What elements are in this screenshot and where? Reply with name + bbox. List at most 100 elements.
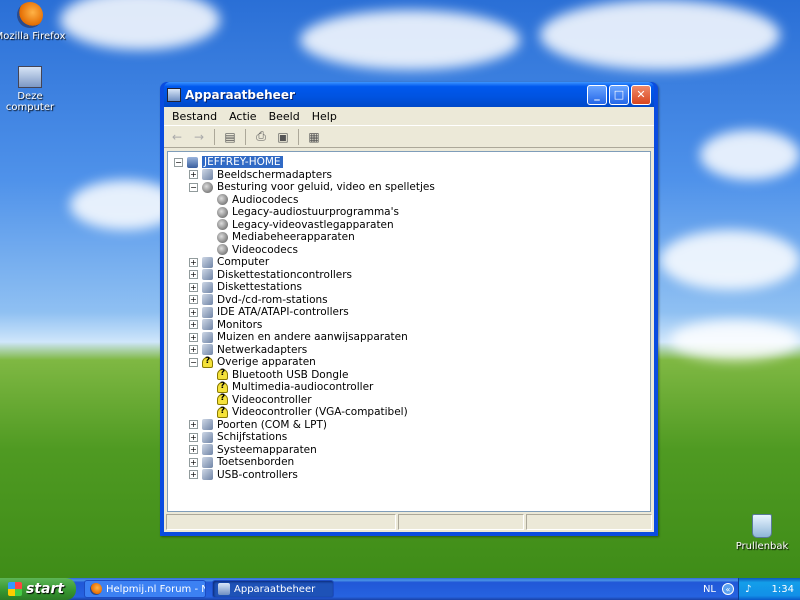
tree-item[interactable]: + Poorten (COM & LPT) [174,419,650,432]
warning-device-icon [217,393,228,406]
warning-device-icon [217,381,228,393]
collapse-icon[interactable]: − [189,357,198,367]
desktop-icon-firefox[interactable]: Mozilla Firefox [0,2,68,42]
expand-icon[interactable]: + [189,457,198,467]
collapse-icon[interactable]: − [189,182,198,192]
tree-item[interactable]: Legacy-videovastlegapparaten [174,219,650,232]
collapse-icon[interactable]: − [174,157,183,167]
language-indicator[interactable]: NL [703,584,716,595]
desktop-icon-recycle-bin[interactable]: Prullenbak [724,514,800,552]
menu-help[interactable]: Help [306,110,343,123]
back-icon: ← [171,129,183,144]
expand-icon[interactable]: + [189,295,198,305]
tree-item[interactable]: + Toetsenborden [174,456,650,469]
expand-icon[interactable]: + [189,320,198,330]
toolbar-separator [298,128,299,145]
taskbar-button-device-manager[interactable]: Apparaatbeheer [212,580,334,598]
maximize-icon: □ [613,88,625,101]
firefox-icon [17,2,43,28]
taskbar: start Helpmij.nl Forum - Nie... Apparaat… [0,578,800,600]
tree-item[interactable]: + Muizen en andere aanwijsapparaten [174,331,650,344]
display-adapter-icon [202,169,213,181]
maximize-button[interactable]: □ [609,84,629,105]
tree-item-label: Mediabeheerapparaten [232,231,355,244]
tree-item[interactable]: + Beeldschermadapters [174,169,650,182]
expand-icon[interactable]: + [189,445,198,455]
tree-item[interactable]: Legacy-audiostuurprogramma's [174,206,650,219]
tree-item[interactable]: Videocontroller (VGA-compatibel) [174,406,650,419]
minimize-button[interactable]: _ [587,84,607,105]
expand-icon[interactable]: + [189,470,198,480]
tree-item[interactable]: Videocodecs [174,244,650,257]
window-client: Bestand Actie Beeld Help ← → ▤ ⎙ ▣ ▦ − J… [164,107,654,532]
toolbar-separator [214,128,215,145]
menu-bestand[interactable]: Bestand [166,110,223,123]
print-button[interactable]: ⎙ [252,128,270,146]
expand-icon[interactable]: + [189,282,198,292]
tree-item-label: Diskettestationcontrollers [217,268,353,281]
menu-beeld[interactable]: Beeld [263,110,306,123]
desktop-icon-my-computer[interactable]: Deze computer [0,66,68,113]
unknown-device-icon [202,356,213,368]
close-button[interactable]: ✕ [631,84,651,105]
tree-item[interactable]: − Besturing voor geluid, video en spellet… [174,181,650,194]
tree-item[interactable]: + Netwerkadapters [174,344,650,357]
forward-icon: → [193,129,205,144]
computer-icon [187,156,198,168]
tree-item[interactable]: Mediabeheerapparaten [174,231,650,244]
tree-item[interactable]: − Overige apparaten [174,356,650,369]
tree-item[interactable]: + USB-controllers [174,469,650,482]
sound-icon [217,206,228,218]
clock[interactable]: 1:34 [772,584,794,595]
tree-item-label: Audiocodecs [232,193,299,206]
usb-icon [202,469,213,481]
tree-item-label: Schijfstations [217,431,288,444]
tree-item-label: Besturing voor geluid, video en spelletj… [217,181,435,194]
show-hidden-icons-icon[interactable]: « [722,583,734,595]
properties-button[interactable]: ▣ [274,128,292,146]
tree-item[interactable]: + Computer [174,256,650,269]
expand-icon[interactable]: + [189,270,198,280]
toolbar-separator [245,128,246,145]
sound-icon [217,194,228,206]
expand-icon[interactable]: + [189,257,198,267]
tree-item[interactable]: Audiocodecs [174,194,650,207]
tree-item[interactable]: + Diskettestationcontrollers [174,269,650,282]
tree-item[interactable]: + Monitors [174,319,650,332]
status-pane [525,514,652,530]
menu-actie[interactable]: Actie [223,110,263,123]
keyboard-icon [202,456,213,468]
expand-icon[interactable]: + [189,332,198,342]
expand-icon[interactable]: + [189,420,198,430]
tree-item[interactable]: Multimedia-audiocontroller [174,381,650,394]
back-button[interactable]: ← [168,128,186,146]
disk-icon [202,431,213,443]
tree-item[interactable]: + IDE ATA/ATAPI-controllers [174,306,650,319]
tree-root[interactable]: − JEFFREY-HOME [174,156,650,169]
start-button[interactable]: start [0,578,76,600]
help-button[interactable]: ▦ [305,128,323,146]
tree-item[interactable]: + Dvd-/cd-rom-stations [174,294,650,307]
taskbar-button-firefox[interactable]: Helpmij.nl Forum - Nie... [84,580,206,598]
tree-item[interactable]: + Systeemapparaten [174,444,650,457]
tree-item[interactable]: + Diskettestations [174,281,650,294]
tree-item-label: Overige apparaten [217,356,316,369]
expand-icon[interactable]: + [189,345,198,355]
computer-icon [18,66,42,88]
monitor-icon [202,319,213,331]
device-manager-icon [167,87,181,102]
expand-icon[interactable]: + [189,432,198,442]
floppy-icon [202,281,213,293]
console-tree-button[interactable]: ▤ [221,128,239,146]
forward-button[interactable]: → [190,128,208,146]
tree-item[interactable]: Bluetooth USB Dongle [174,368,650,382]
print-icon: ⎙ [256,129,266,143]
tree-item[interactable]: Videocontroller [174,393,650,407]
expand-icon[interactable]: + [189,170,198,180]
device-tree[interactable]: − JEFFREY-HOME + Beeldschermadapters − Best… [167,151,651,512]
sound-icon [202,181,213,193]
tree-item[interactable]: + Schijfstations [174,431,650,444]
volume-icon[interactable]: ♪ [745,584,751,595]
expand-icon[interactable]: + [189,307,198,317]
title-bar[interactable]: Apparaatbeheer _ □ ✕ [164,82,654,107]
